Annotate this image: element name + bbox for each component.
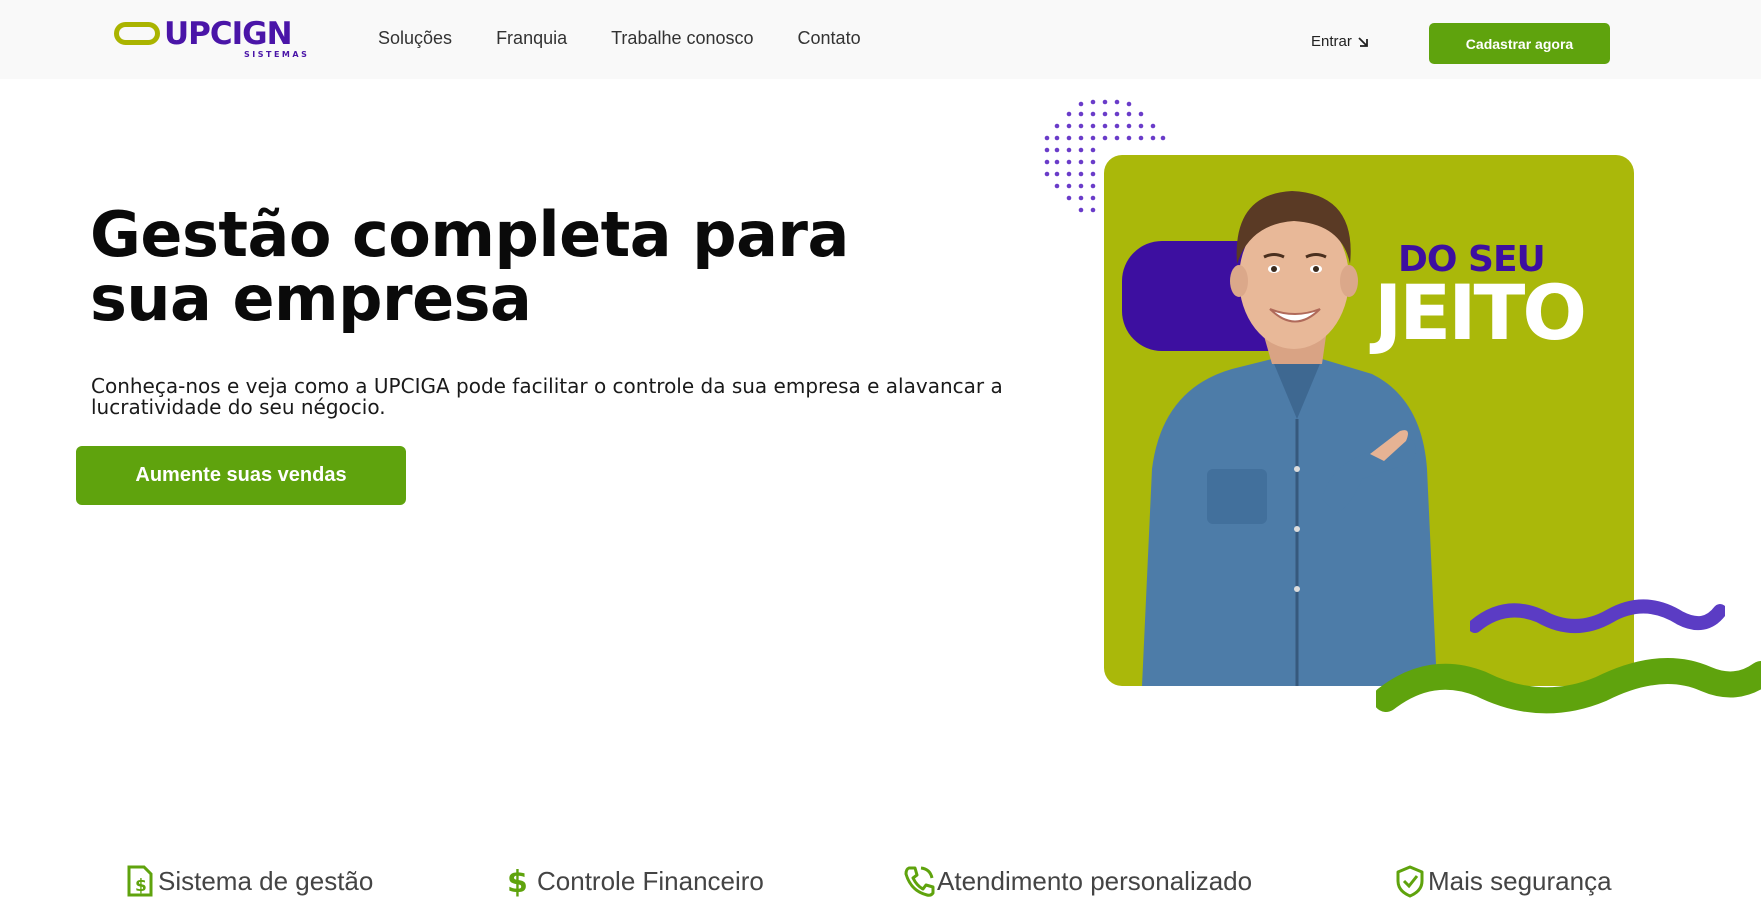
nav-trabalhe-conosco[interactable]: Trabalhe conosco: [611, 28, 753, 49]
logo-mark: [114, 22, 160, 45]
feature-label: Atendimento personalizado: [937, 865, 1253, 896]
svg-text:$: $: [507, 865, 528, 898]
increase-sales-button[interactable]: Aumente suas vendas: [76, 446, 406, 505]
feature-item: Mais segurança: [1394, 864, 1612, 898]
hero-title: Gestão completa para sua empresa: [90, 198, 849, 335]
features-bar: $ Sistema de gestão $ Controle Financeir…: [0, 864, 1761, 904]
feature-label: Sistema de gestão: [158, 865, 374, 896]
invoice-dollar-icon: $: [127, 865, 153, 897]
logo-subtitle: SISTEMAS: [244, 50, 310, 59]
feature-item: $ Sistema de gestão: [124, 864, 373, 898]
login-label: Entrar: [1311, 33, 1352, 50]
phone-icon: [904, 866, 935, 897]
nav-franquia[interactable]: Franquia: [496, 28, 567, 49]
hero-description: Conheça-nos e veja como a UPCIGA pode fa…: [91, 374, 1003, 419]
login-link[interactable]: Entrar: [1311, 33, 1370, 50]
feature-item: $ Controle Financeiro: [503, 864, 764, 898]
main-nav: Soluções Franquia Trabalhe conosco Conta…: [378, 28, 905, 49]
svg-text:$: $: [135, 876, 147, 896]
nav-contato[interactable]: Contato: [798, 28, 861, 49]
green-wave-decoration: [1376, 658, 1761, 714]
feature-label: Controle Financeiro: [537, 865, 764, 896]
signup-button[interactable]: Cadastrar agora: [1429, 23, 1610, 64]
purple-wave-decoration: [1470, 599, 1725, 633]
smiling-man-photo: [1142, 191, 1437, 686]
nav-solucoes[interactable]: Soluções: [378, 28, 452, 49]
feature-label: Mais segurança: [1428, 865, 1612, 896]
shield-check-icon: [1396, 865, 1424, 898]
logo-text: UPCIGN: [164, 16, 293, 52]
dollar-icon: $: [507, 865, 528, 898]
arrow-down-right-icon: [1358, 36, 1368, 47]
logo[interactable]: UPCIGN SISTEMAS: [114, 16, 319, 65]
site-header: UPCIGN SISTEMAS Soluções Franquia Trabal…: [0, 0, 1761, 79]
feature-item: Atendimento personalizado: [903, 864, 1252, 898]
